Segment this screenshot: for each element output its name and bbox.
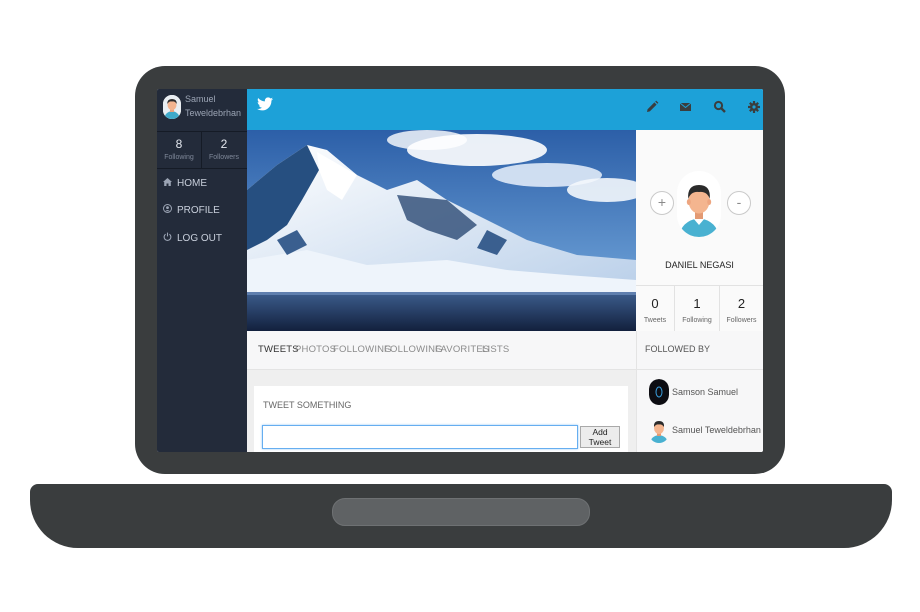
unfollow-button[interactable]: - [727,191,751,215]
sidebar-followers-count: 2 [220,137,228,151]
laptop-trackpad [332,498,590,526]
tweet-input[interactable] [262,425,578,449]
tab-following-2[interactable]: FOLLOWING [384,344,443,355]
profile-name: DANIEL NEGASI [665,260,734,270]
profile-stat-followers[interactable]: 2 Followers [720,286,763,332]
home-icon [163,176,175,190]
profile-tabs: TWEETS PHOTOS FOLLOWING FOLLOWING FAVORI… [247,331,636,370]
sidebar-item-home-label: HOME [177,178,207,189]
laptop-screen: Samuel Teweldebrhan 8 Following 2 Follow… [157,89,763,452]
add-tweet-button[interactable]: Add Tweet [580,426,620,448]
search-icon[interactable] [713,100,729,116]
sidebar-following-label: Following [164,154,194,161]
sidebar-user-name: Samuel Teweldebrhan [185,92,247,120]
profile-tweets-count: 0 [651,296,659,311]
sidebar-followers-label: Followers [209,154,239,161]
tab-following[interactable]: FOLLOWING [333,344,392,355]
profile-stats: 0 Tweets 1 Following 2 Followers [636,285,763,332]
sidebar: Samuel Teweldebrhan 8 Following 2 Follow… [157,89,247,452]
gear-icon[interactable] [747,100,763,116]
sidebar-avatar [163,95,181,119]
sidebar-following-count: 8 [175,137,183,151]
profile-stat-following[interactable]: 1 Following [675,286,720,332]
followed-by-panel: FOLLOWED BY Samson Samuel + Samuel Tewel… [636,331,763,452]
tab-tweets[interactable]: TWEETS [258,344,299,355]
follower-avatar [649,379,669,405]
follower-name: Samson Samuel [672,387,739,397]
sidebar-item-profile[interactable]: PROFILE [163,203,220,217]
sidebar-item-profile-label: PROFILE [177,205,220,216]
sidebar-item-logout-label: LOG OUT [177,233,223,244]
sidebar-stat-followers[interactable]: 2 Followers [202,132,246,168]
sidebar-user[interactable]: Samuel Teweldebrhan [157,89,247,131]
sidebar-stats: 8 Following 2 Followers [157,131,247,169]
tweet-composer: TWEET SOMETHING Add Tweet [254,386,628,452]
profile-following-count: 1 [693,296,701,311]
followed-by-divider [637,369,763,370]
cover-photo [247,130,636,331]
profile-stat-tweets[interactable]: 0 Tweets [636,286,675,332]
user-icon [163,203,175,217]
sidebar-stat-following[interactable]: 8 Following [157,132,202,168]
follower-name: Samuel Teweldebrhan [672,425,761,435]
tweet-composer-title: TWEET SOMETHING [263,400,352,410]
tab-photos[interactable]: PHOTOS [295,344,336,355]
top-bar [247,89,763,130]
profile-followers-count: 2 [737,296,746,311]
follow-button[interactable]: + [650,191,674,215]
sidebar-user-name-last: Teweldebrhan [185,108,242,118]
pencil-icon[interactable] [645,100,661,116]
follower-avatar [649,417,669,443]
followed-by-title: FOLLOWED BY [645,344,711,354]
sidebar-item-home[interactable]: HOME [163,176,207,190]
tab-lists[interactable]: LISTS [482,344,509,355]
power-icon [163,231,175,245]
envelope-icon[interactable] [679,100,695,116]
profile-followers-label: Followers [726,317,757,324]
profile-avatar [677,171,721,237]
sidebar-user-name-first: Samuel [185,94,216,104]
twitter-bird-icon[interactable] [257,97,273,116]
sidebar-item-logout[interactable]: LOG OUT [163,231,222,245]
profile-tweets-label: Tweets [643,317,667,324]
profile-following-label: Following [682,317,712,324]
profile-card: + - DANIEL NEGASI [636,130,763,290]
